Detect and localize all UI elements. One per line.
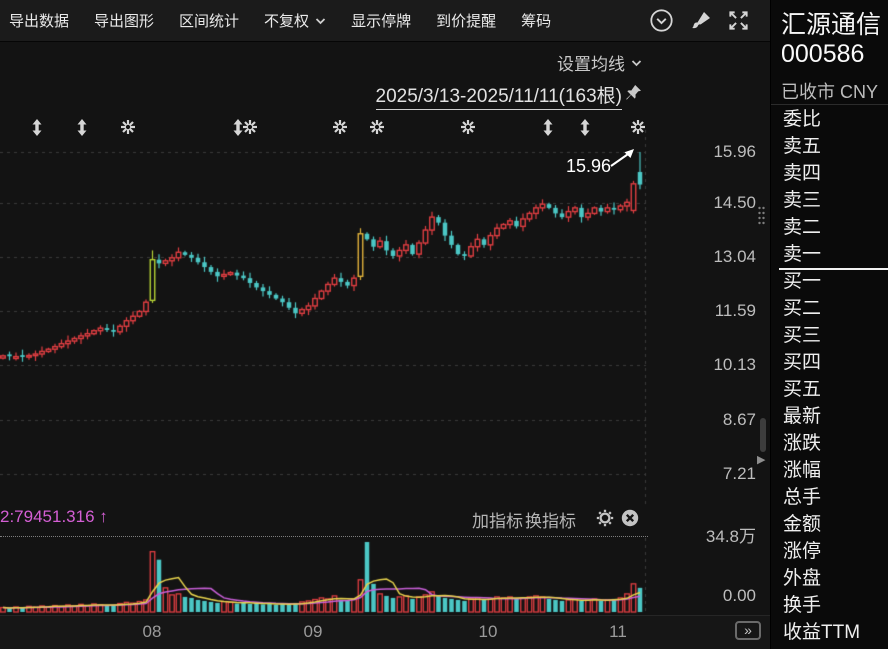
volume-axis-label: 0.00 (646, 586, 756, 606)
dividend-marker-icon[interactable] (29, 119, 45, 136)
quote-row-2: 卖四 (771, 160, 888, 187)
toolbar-item-show-suspended[interactable]: 显示停牌 (351, 10, 411, 31)
quote-row-9: 买四 (771, 349, 888, 376)
quote-row-5: 卖一 (771, 241, 888, 268)
scroll-more-button[interactable]: » (735, 621, 761, 640)
quote-row-19: 收益TTM (771, 619, 888, 646)
toolbar-item-export-data[interactable]: 导出数据 (9, 10, 69, 31)
quote-row-8: 买三 (771, 322, 888, 349)
announcement-marker-icon[interactable] (120, 119, 136, 136)
toolbar-item-chips[interactable]: 筹码 (521, 10, 551, 31)
dividend-marker-icon[interactable] (74, 119, 90, 136)
toolbar-item-adjust-mode[interactable]: 不复权 (264, 10, 326, 31)
up-arrow-icon: ↑ (99, 507, 108, 526)
time-axis-label: 10 (470, 622, 506, 642)
quote-row-10: 买五 (771, 376, 888, 403)
trading-app-window: 导出数据 导出图形 区间统计 不复权 显示停牌 到价提醒 筹码 设置均线 (0, 0, 888, 649)
indicator-settings-gear-icon[interactable] (596, 509, 614, 527)
dividend-marker-icon[interactable] (540, 119, 556, 136)
stock-code: 000586 (781, 40, 864, 69)
price-axis-tick: 14.50 (646, 193, 756, 213)
volume-axis-label: 34.8万 (646, 527, 756, 547)
quote-row-3: 卖三 (771, 187, 888, 214)
pin-icon[interactable] (625, 84, 642, 101)
annotation-arrow-icon (608, 146, 638, 170)
chart-toolbar: 导出数据 导出图形 区间统计 不复权 显示停牌 到价提醒 筹码 (0, 0, 770, 42)
volume-chart-canvas[interactable] (0, 538, 648, 615)
panel-resize-grip[interactable] (757, 205, 766, 227)
announcement-marker-icon[interactable] (242, 119, 258, 136)
dividend-marker-icon[interactable] (577, 119, 593, 136)
quote-row-0: 委比 (771, 106, 888, 133)
market-status: 已收市 CNY (781, 78, 878, 104)
sell1-underline (779, 268, 888, 270)
toolbar-items: 导出数据 导出图形 区间统计 不复权 显示停牌 到价提醒 筹码 (9, 10, 551, 31)
price-axis-tick: 7.21 (646, 464, 756, 484)
price-axis-tick: 10.13 (646, 355, 756, 375)
volume-ma-value-label: 2:79451.316 ↑ (0, 507, 108, 527)
toolbar-item-export-image[interactable]: 导出图形 (94, 10, 154, 31)
close-indicator-icon[interactable] (621, 509, 639, 527)
announcement-marker-icon[interactable] (630, 119, 646, 136)
quote-panel: 汇源通信 000586 已收市 CNY 委比卖五卖四卖三卖二卖一买一买二买三买四… (770, 0, 888, 649)
quote-row-14: 总手 (771, 484, 888, 511)
quote-row-15: 金额 (771, 511, 888, 538)
chevron-down-icon (315, 17, 326, 25)
toolbar-item-interval-stats[interactable]: 区间统计 (179, 10, 239, 31)
price-axis-tick: 8.67 (646, 410, 756, 430)
time-axis-label: 09 (295, 622, 331, 642)
time-axis-label: 08 (134, 622, 170, 642)
panel-scrollbar-thumb[interactable] (760, 418, 766, 452)
panel-expand-arrow[interactable]: ▶ (757, 453, 765, 466)
price-axis-tick: 11.59 (646, 301, 756, 321)
quote-row-13: 涨幅 (771, 457, 888, 484)
circle-chevron-icon[interactable] (649, 8, 674, 33)
price-axis-tick: 13.04 (646, 247, 756, 267)
panel-divider (771, 104, 888, 105)
announcement-marker-icon[interactable] (332, 119, 348, 136)
price-chart-canvas[interactable] (0, 100, 648, 512)
add-indicator-button[interactable]: 加指标 (472, 507, 523, 532)
quote-rows: 委比卖五卖四卖三卖二卖一买一买二买三买四买五最新涨跌涨幅总手金额涨停外盘换手收益… (771, 106, 888, 646)
ma-settings-label: 设置均线 (557, 50, 625, 75)
price-axis-tick: 15.96 (646, 142, 756, 162)
brush-icon[interactable] (689, 10, 712, 31)
quote-row-12: 涨跌 (771, 430, 888, 457)
quote-row-17: 外盘 (771, 565, 888, 592)
toolbar-icons (649, 8, 770, 33)
time-axis-label: 11 (600, 622, 636, 642)
volume-pane-separator (0, 536, 648, 537)
quote-row-1: 卖五 (771, 133, 888, 160)
last-high-annotation: 15.96 (566, 156, 611, 177)
chevron-down-icon (631, 59, 642, 67)
quote-row-18: 换手 (771, 592, 888, 619)
toolbar-item-price-alert[interactable]: 到价提醒 (436, 10, 496, 31)
quote-row-11: 最新 (771, 403, 888, 430)
quote-row-6: 买一 (771, 268, 888, 295)
quote-row-7: 买二 (771, 295, 888, 322)
announcement-marker-icon[interactable] (369, 119, 385, 136)
switch-indicator-button[interactable]: 换指标 (525, 507, 576, 532)
fullscreen-icon[interactable] (727, 9, 750, 32)
quote-row-4: 卖二 (771, 214, 888, 241)
stock-name: 汇源通信 (781, 5, 881, 41)
quote-row-16: 涨停 (771, 538, 888, 565)
currency-label: CNY (840, 82, 878, 102)
time-axis-strip (0, 615, 770, 649)
announcement-marker-icon[interactable] (460, 119, 476, 136)
ma-settings-dropdown[interactable]: 设置均线 (557, 50, 642, 75)
